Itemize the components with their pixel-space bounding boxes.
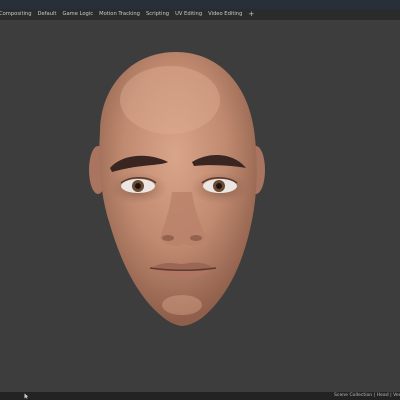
tab-game-logic[interactable]: Game Logic — [59, 9, 96, 20]
tab-default[interactable]: Default — [35, 9, 60, 20]
tab-compositing[interactable]: Compositing — [0, 9, 35, 20]
tab-video-editing[interactable]: Video Editing — [205, 9, 245, 20]
workspace-tabs-bar: Compositing Default Game Logic Motion Tr… — [0, 9, 400, 20]
status-info: Scene Collection | Head | Verts:63 — [334, 393, 400, 398]
status-bar: Scene Collection | Head | Verts:63 — [0, 392, 400, 400]
tab-uv-editing[interactable]: UV Editing — [172, 9, 205, 20]
head-model — [89, 52, 265, 326]
tab-motion-tracking[interactable]: Motion Tracking — [96, 9, 143, 20]
add-workspace-button[interactable]: + — [245, 9, 257, 20]
3d-viewport[interactable] — [0, 20, 400, 392]
cursor-icon — [24, 393, 29, 399]
tab-scripting[interactable]: Scripting — [143, 9, 172, 20]
window-title-strip — [0, 0, 400, 9]
